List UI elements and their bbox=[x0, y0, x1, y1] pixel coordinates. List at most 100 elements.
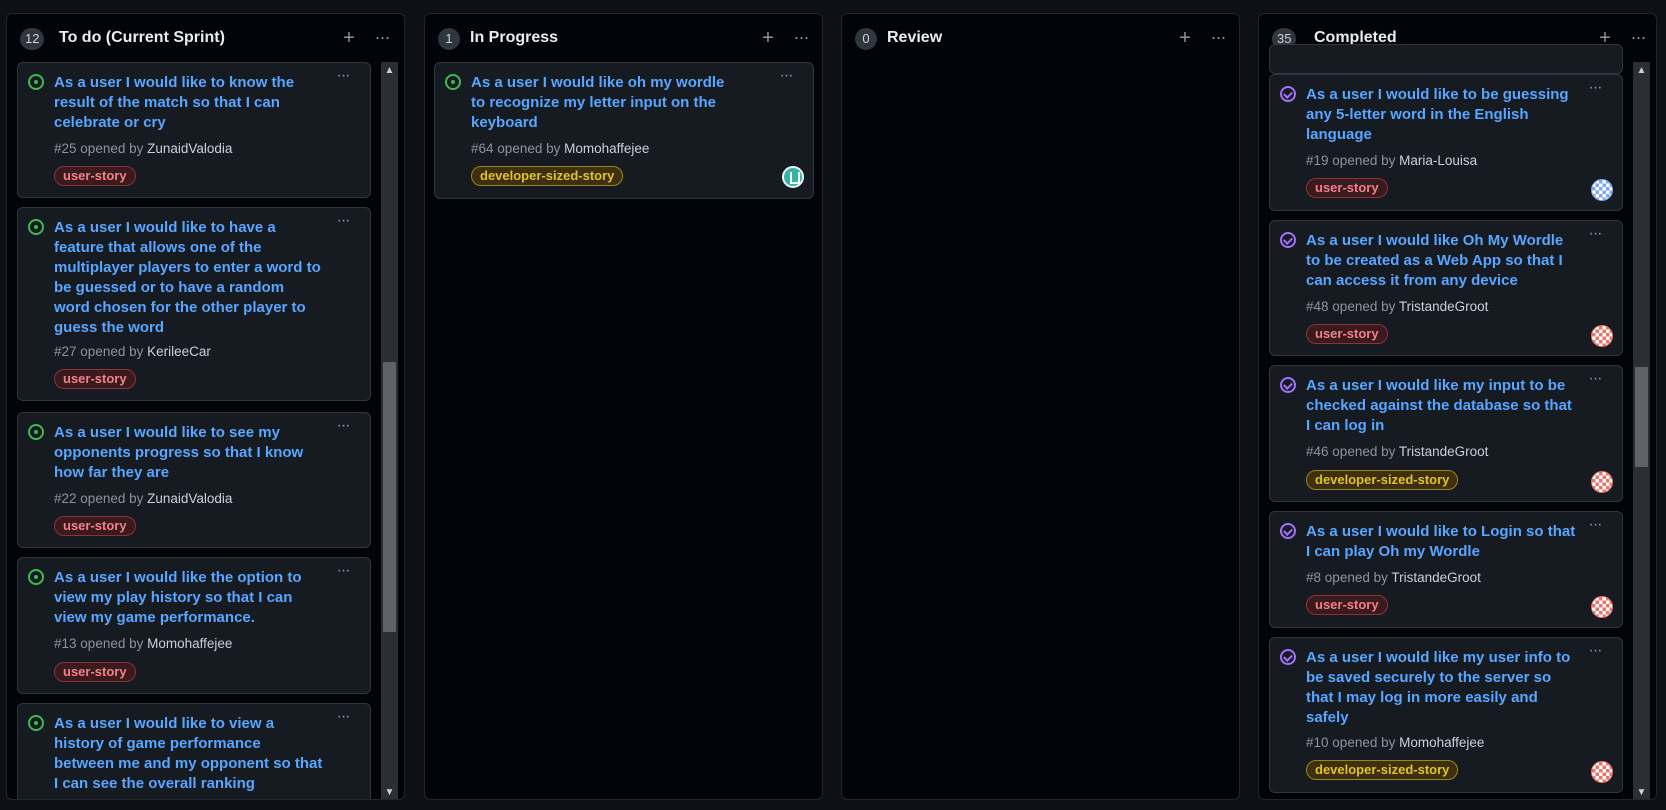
issue-card[interactable]: As a user I would like to view a history… bbox=[17, 703, 371, 799]
label-badge[interactable]: developer-sized-story bbox=[1306, 470, 1459, 490]
issue-opened-icon bbox=[28, 424, 44, 440]
issue-title-link[interactable]: As a user I would like oh my wordle to r… bbox=[471, 73, 741, 133]
card-menu-kebab-icon[interactable]: ··· bbox=[1582, 516, 1608, 536]
issue-card[interactable]: As a user I would like oh my wordle to r… bbox=[434, 62, 814, 199]
issue-author-link[interactable]: Momohaffejee bbox=[147, 636, 232, 651]
issue-meta: #8 opened by TristandeGroot bbox=[1306, 570, 1481, 585]
scrollbar-thumb[interactable] bbox=[383, 362, 396, 632]
opened-by-text: opened by bbox=[1324, 570, 1388, 585]
label-badge[interactable]: user-story bbox=[1306, 178, 1388, 198]
issue-card[interactable]: As a user I would like to Login so that … bbox=[1269, 511, 1623, 628]
column-menu-kebab-icon[interactable]: ··· bbox=[367, 25, 397, 51]
issue-card[interactable]: As a user I would like to be guessing an… bbox=[1269, 74, 1623, 211]
label-badge[interactable]: user-story bbox=[54, 516, 136, 536]
issue-meta: #48 opened by TristandeGroot bbox=[1306, 299, 1488, 314]
red-identicon-avatar[interactable] bbox=[1591, 761, 1613, 783]
card-menu-kebab-icon[interactable]: ··· bbox=[773, 67, 799, 87]
issue-number: #19 bbox=[1306, 153, 1329, 168]
opened-by-text: opened by bbox=[80, 141, 144, 156]
issue-author-link[interactable]: TristandeGroot bbox=[1399, 299, 1489, 314]
issue-meta: #19 opened by Maria-Louisa bbox=[1306, 153, 1477, 168]
label-badge[interactable]: developer-sized-story bbox=[471, 166, 624, 186]
column-header: 12 To do (Current Sprint) + ··· bbox=[7, 14, 404, 62]
issue-card[interactable]: As a user I would like to have a feature… bbox=[17, 207, 371, 401]
issue-author-link[interactable]: ZunaidValodia bbox=[147, 141, 232, 156]
issue-author-link[interactable]: TristandeGroot bbox=[1391, 570, 1481, 585]
red-identicon-avatar[interactable] bbox=[1591, 596, 1613, 618]
issue-card[interactable]: As a user I would like my user info to b… bbox=[1269, 637, 1623, 793]
label-badge[interactable]: user-story bbox=[1306, 324, 1388, 344]
issue-meta: #13 opened by Momohaffejee bbox=[54, 636, 232, 651]
column-count-badge: 1 bbox=[438, 28, 460, 50]
issue-number: #22 bbox=[54, 491, 77, 506]
issue-author-link[interactable]: KerileeCar bbox=[147, 344, 211, 359]
opened-by-text: opened by bbox=[1332, 735, 1396, 750]
issue-author-link[interactable]: Momohaffejee bbox=[1399, 735, 1484, 750]
issue-title-link[interactable]: As a user I would like to see my opponen… bbox=[54, 423, 324, 483]
issue-title-link[interactable]: As a user I would like Oh My Wordle to b… bbox=[1306, 231, 1576, 291]
issue-number: #8 bbox=[1306, 570, 1322, 585]
issue-author-link[interactable]: Maria-Louisa bbox=[1399, 153, 1477, 168]
card-menu-kebab-icon[interactable]: ··· bbox=[330, 562, 356, 582]
card-menu-kebab-icon[interactable]: ··· bbox=[1582, 225, 1608, 245]
scroll-up-arrow[interactable]: ▲ bbox=[1633, 62, 1650, 79]
label-badge[interactable]: user-story bbox=[1306, 595, 1388, 615]
scrollbar-thumb[interactable] bbox=[1635, 367, 1648, 467]
issue-title-link[interactable]: As a user I would like to be guessing an… bbox=[1306, 85, 1576, 145]
column-review: 0 Review + ··· bbox=[841, 13, 1240, 800]
issue-card[interactable]: As a user I would like the option to vie… bbox=[17, 557, 371, 694]
opened-by-text: opened by bbox=[80, 344, 144, 359]
issue-number: #10 bbox=[1306, 735, 1329, 750]
issue-author-link[interactable]: ZunaidValodia bbox=[147, 491, 232, 506]
issue-card[interactable]: As a user I would like to see my opponen… bbox=[17, 412, 371, 548]
card-menu-kebab-icon[interactable]: ··· bbox=[330, 417, 356, 437]
label-badge[interactable]: user-story bbox=[54, 369, 136, 389]
column-menu-kebab-icon[interactable]: ··· bbox=[786, 25, 816, 51]
card-menu-kebab-icon[interactable]: ··· bbox=[1582, 370, 1608, 390]
column-menu-kebab-icon[interactable]: ··· bbox=[1203, 25, 1233, 51]
column-completed: 35 Completed + ··· As a user I would lik… bbox=[1258, 13, 1657, 800]
card-menu-kebab-icon[interactable]: ··· bbox=[330, 212, 356, 232]
scroll-down-arrow[interactable]: ▼ bbox=[381, 784, 398, 799]
opened-by-text: opened by bbox=[1332, 444, 1396, 459]
add-card-plus-icon[interactable]: + bbox=[755, 25, 781, 51]
column-menu-kebab-icon[interactable]: ··· bbox=[1623, 25, 1653, 51]
column-scrollbar[interactable]: ▲ ▼ bbox=[1633, 62, 1650, 799]
issue-card[interactable]: As a user I would like Oh My Wordle to b… bbox=[1269, 220, 1623, 356]
issue-meta: #10 opened by Momohaffejee bbox=[1306, 735, 1484, 750]
add-card-plus-icon[interactable]: + bbox=[1172, 25, 1198, 51]
card-menu-kebab-icon[interactable]: ··· bbox=[1582, 642, 1608, 662]
blue-identicon-avatar[interactable] bbox=[1591, 179, 1613, 201]
card-menu-kebab-icon[interactable]: ··· bbox=[330, 67, 356, 87]
label-badge[interactable]: user-story bbox=[54, 166, 136, 186]
column-count-badge: 12 bbox=[20, 28, 45, 50]
issue-title-link[interactable]: As a user I would like to know the resul… bbox=[54, 73, 324, 133]
column-header: 1 In Progress + ··· bbox=[425, 14, 822, 62]
red-identicon-avatar[interactable] bbox=[1591, 471, 1613, 493]
column-scrollbar[interactable]: ▲ ▼ bbox=[381, 62, 398, 799]
issue-title-link[interactable]: As a user I would like to have a feature… bbox=[54, 218, 324, 338]
issue-author-link[interactable]: TristandeGroot bbox=[1399, 444, 1489, 459]
scroll-down-arrow[interactable]: ▼ bbox=[1633, 784, 1650, 799]
teal-identicon-avatar[interactable] bbox=[782, 166, 804, 188]
scroll-up-arrow[interactable]: ▲ bbox=[381, 62, 398, 79]
issue-title-link[interactable]: As a user I would like my input to be ch… bbox=[1306, 376, 1576, 436]
opened-by-text: opened by bbox=[80, 491, 144, 506]
issue-title-link[interactable]: As a user I would like to view a history… bbox=[54, 714, 324, 794]
issue-title-link[interactable]: As a user I would like the option to vie… bbox=[54, 568, 324, 628]
card-menu-kebab-icon[interactable]: ··· bbox=[330, 708, 356, 728]
issue-card[interactable]: As a user I would like to know the resul… bbox=[17, 62, 371, 198]
add-card-plus-icon[interactable]: + bbox=[336, 25, 362, 51]
issue-card[interactable] bbox=[1269, 44, 1623, 74]
issue-closed-icon bbox=[1280, 377, 1296, 393]
label-badge[interactable]: developer-sized-story bbox=[1306, 760, 1459, 780]
issue-card[interactable]: As a user I would like my input to be ch… bbox=[1269, 365, 1623, 502]
card-menu-kebab-icon[interactable]: ··· bbox=[1582, 79, 1608, 99]
column-count-badge: 0 bbox=[855, 28, 877, 50]
label-badge[interactable]: user-story bbox=[54, 662, 136, 682]
issue-title-link[interactable]: As a user I would like my user info to b… bbox=[1306, 648, 1576, 728]
issue-title-link[interactable]: As a user I would like to Login so that … bbox=[1306, 522, 1576, 562]
issue-author-link[interactable]: Momohaffejee bbox=[564, 141, 649, 156]
red-identicon-avatar[interactable] bbox=[1591, 325, 1613, 347]
issue-opened-icon bbox=[28, 569, 44, 585]
